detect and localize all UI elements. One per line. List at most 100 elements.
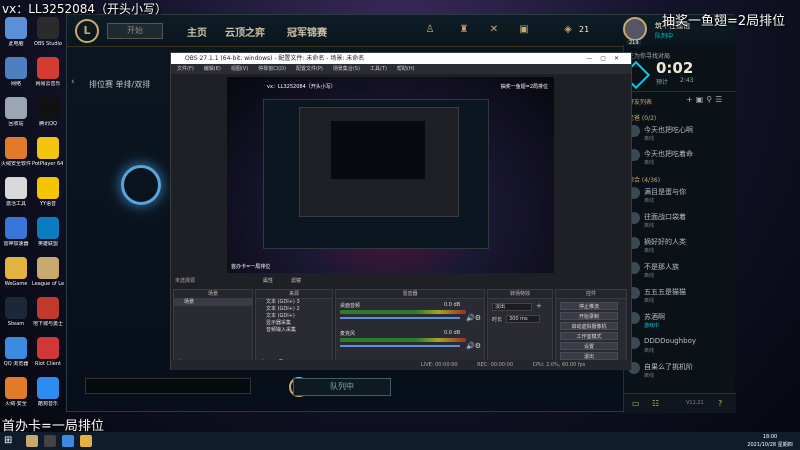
desktop-icon[interactable]: YY语音: [32, 174, 64, 214]
mixer-track-1-slider[interactable]: [340, 317, 460, 319]
control-button[interactable]: 工作室模式: [560, 332, 618, 340]
desktop-icon[interactable]: 腾讯QQ: [32, 94, 64, 134]
friend-item[interactable]: DDDDoughboy 离线: [628, 335, 732, 359]
app-icon: [37, 97, 59, 119]
desktop-icon[interactable]: 火绒安全软件: [0, 134, 32, 174]
friend-item[interactable]: 自果么了挑机阶 离线: [628, 360, 732, 384]
friend-tools-icons[interactable]: +▣⚲☰: [686, 95, 725, 104]
queue-status-button[interactable]: 队列中: [293, 378, 391, 396]
friend-name: 五五五是猫猫: [644, 288, 686, 296]
mixer-track-2-speaker-icon[interactable]: 🔊⚙: [466, 342, 481, 350]
queue-timer: 0:02: [656, 59, 694, 77]
control-button[interactable]: 开始录制: [560, 312, 618, 320]
profile-icon[interactable]: ♙: [423, 23, 437, 37]
taskbar-browser-icon[interactable]: [62, 435, 74, 447]
friend-status: 离线: [644, 248, 655, 254]
obs-preview[interactable]: vx：LL3252084（开头小写） 抽奖一鱼翅=2局排位 首办卡=一局排位: [227, 77, 554, 273]
desktop-icon[interactable]: QQ 浏览器: [0, 334, 32, 374]
obs-menu-item[interactable]: 工具(T): [370, 66, 387, 72]
group-header-2[interactable]: 综合 (4/36): [628, 175, 660, 184]
friend-item[interactable]: 今天也把吃心啊 离线: [628, 123, 732, 147]
friend-name: 不是那人族: [644, 263, 679, 271]
desktop-icon[interactable]: 激活工具: [0, 174, 32, 214]
desktop-icon[interactable]: 酷狗音乐: [32, 374, 64, 414]
friend-name: 苏酒啊: [644, 313, 665, 321]
loot-icon[interactable]: ✕: [487, 23, 501, 37]
collection-icon[interactable]: ♜: [457, 23, 471, 37]
friend-item[interactable]: 今天也把吃着命 离线: [628, 147, 732, 171]
estimate-label: 预计: [656, 79, 669, 86]
mixer-track-1-speaker-icon[interactable]: 🔊⚙: [466, 314, 481, 322]
obs-menu-item[interactable]: 文件(F): [177, 66, 194, 72]
control-button[interactable]: 退出: [560, 352, 618, 360]
obs-menu-item[interactable]: 帮助(H): [397, 66, 415, 72]
friend-item[interactable]: 摘好好的人类 离线: [628, 235, 732, 259]
friend-item[interactable]: 往面战口袋着 离线: [628, 210, 732, 234]
avatar[interactable]: [623, 17, 647, 41]
source-item[interactable]: 显示器采集: [256, 320, 332, 327]
desktop-icon[interactable]: 此电脑: [0, 14, 32, 54]
desktop-icon[interactable]: Steam: [0, 294, 32, 334]
desktop-icon[interactable]: OBS Studio: [32, 14, 64, 54]
source-item[interactable]: 文本 (GDI+) 3: [256, 299, 332, 306]
obs-menu-item[interactable]: 编辑(E): [204, 66, 221, 72]
desktop-icon[interactable]: WeGame: [0, 254, 32, 294]
taskbar-obs-icon[interactable]: [44, 435, 56, 447]
obs-menu-item[interactable]: 配置文件(P): [296, 66, 323, 72]
transition-add-icon[interactable]: +: [536, 302, 542, 310]
filters-button[interactable]: 滤镜: [291, 277, 301, 284]
desktop-icon[interactable]: 英雄联盟: [32, 214, 64, 254]
duration-input[interactable]: 300 ms: [506, 315, 540, 323]
nav-home[interactable]: 主页: [187, 24, 207, 39]
source-item[interactable]: 音频输入采集: [256, 327, 332, 334]
desktop-icon[interactable]: 火绒·安全: [0, 374, 32, 414]
friend-item[interactable]: 满目是蛋与你 离线: [628, 185, 732, 209]
mixer-track-2-slider[interactable]: [340, 345, 460, 347]
desktop-icon[interactable]: 网易云音乐: [32, 54, 64, 94]
friend-item[interactable]: 五五五是猫猫 离线: [628, 285, 732, 309]
window-controls-icons[interactable]: —▢✕: [586, 53, 627, 64]
control-button[interactable]: 停止推流: [560, 302, 618, 310]
mixer-dock: 混音器 桌面音频 0.0 dB 🔊⚙ 麦克风 0.0 dB 🔊⚙: [335, 289, 485, 369]
friend-item[interactable]: 苏酒啊 游戏中: [628, 310, 732, 334]
taskbar-lol-icon[interactable]: [26, 435, 38, 447]
obs-menu-item[interactable]: 场景集合(S): [333, 66, 360, 72]
control-button[interactable]: 启动虚拟摄像机: [560, 322, 618, 330]
back-arrow-icon[interactable]: ‹: [71, 77, 83, 89]
start-icon[interactable]: ⊞: [4, 435, 16, 447]
store-icon[interactable]: ▣: [517, 23, 531, 37]
chat-icon[interactable]: ▭: [632, 399, 640, 408]
desktop-icon[interactable]: 回收站: [0, 94, 32, 134]
play-button[interactable]: 开始: [107, 23, 163, 39]
chat-input[interactable]: [85, 378, 251, 394]
desktop-icon[interactable]: 雷神加速器: [0, 214, 32, 254]
desktop-icon-label: YY语音: [39, 201, 57, 207]
transition-select[interactable]: 淡出: [492, 303, 532, 311]
missions-icon[interactable]: ☷: [652, 399, 659, 408]
source-item[interactable]: 文本 (GDI+): [256, 313, 332, 320]
desktop-icon[interactable]: 地下城与勇士: [32, 294, 64, 334]
group-header-1[interactable]: 老爸 (0/2): [628, 113, 656, 122]
desktop-icon[interactable]: Riot Client: [32, 334, 64, 374]
nav-clash[interactable]: 冠军锦赛: [287, 24, 327, 39]
taskbar-wegame-icon[interactable]: [80, 435, 92, 447]
desktop-icon[interactable]: 网络: [0, 54, 32, 94]
nav-tft[interactable]: 云顶之弈: [225, 24, 265, 39]
preview-overlay-text: vx：LL3252084（开头小写）: [267, 84, 336, 90]
obs-menu-item[interactable]: 视图(V): [231, 66, 248, 72]
desktop-icon-label: 地下城与勇士: [32, 321, 63, 327]
properties-button[interactable]: 属性: [263, 277, 273, 284]
desktop-icon[interactable]: PotPlayer 64 bit: [32, 134, 64, 174]
desktop-icon-label: 此电脑: [8, 41, 24, 47]
obs-menu-item[interactable]: 停靠窗口(D): [258, 66, 286, 72]
scene-item[interactable]: 场景: [174, 299, 252, 306]
cpu-status: CPU: 2.0%, 60.00 fps: [532, 362, 586, 368]
friend-name: 摘好好的人类: [644, 238, 686, 246]
scenes-dock-title: 场景: [174, 290, 252, 299]
source-item[interactable]: 文本 (GDI+) 2: [256, 306, 332, 313]
control-button[interactable]: 设置: [560, 342, 618, 350]
friend-item[interactable]: 不是那人族 离线: [628, 260, 732, 284]
desktop-icon[interactable]: League of Legends: [32, 254, 64, 294]
help-icon[interactable]: ?: [718, 399, 722, 408]
mixer-track-1-db: 0.0 dB: [444, 302, 461, 308]
